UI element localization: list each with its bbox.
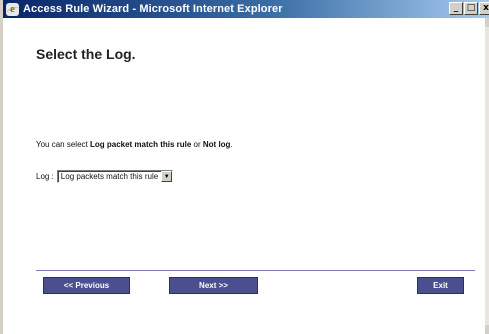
exit-button[interactable]: Exit [417,277,464,294]
log-select-value: Log packets match this rule [60,172,159,181]
close-button[interactable]: x [479,2,489,15]
vertical-scrollbar[interactable] [485,18,489,334]
option-log-packet: Log packet match this rule [89,140,192,149]
minimize-button[interactable]: _ [449,2,463,15]
window-controls: _ □ x [449,2,489,15]
scroll-up-icon[interactable] [484,18,489,27]
log-label: Log : [36,172,54,181]
log-instruction-text: You can select Log packet match this rul… [36,140,233,149]
option-not-log: Not log [202,140,231,149]
maximize-button[interactable]: □ [464,2,478,15]
internet-explorer-icon: e [6,2,19,16]
log-row: Log : Log packets match this rule ▼ [36,170,174,183]
scroll-down-icon[interactable] [484,325,489,334]
next-button[interactable]: Next >> [169,277,258,294]
window-title: Access Rule Wizard - Microsoft Internet … [23,3,283,15]
wizard-window: e Access Rule Wizard - Microsoft Interne… [0,0,489,334]
footer-divider [36,270,475,271]
title-bar[interactable]: e Access Rule Wizard - Microsoft Interne… [3,0,489,18]
log-select[interactable]: Log packets match this rule ▼ [56,170,174,183]
previous-button[interactable]: << Previous [43,277,130,294]
page-heading: Select the Log. [36,46,136,62]
chevron-down-icon[interactable]: ▼ [161,171,173,182]
